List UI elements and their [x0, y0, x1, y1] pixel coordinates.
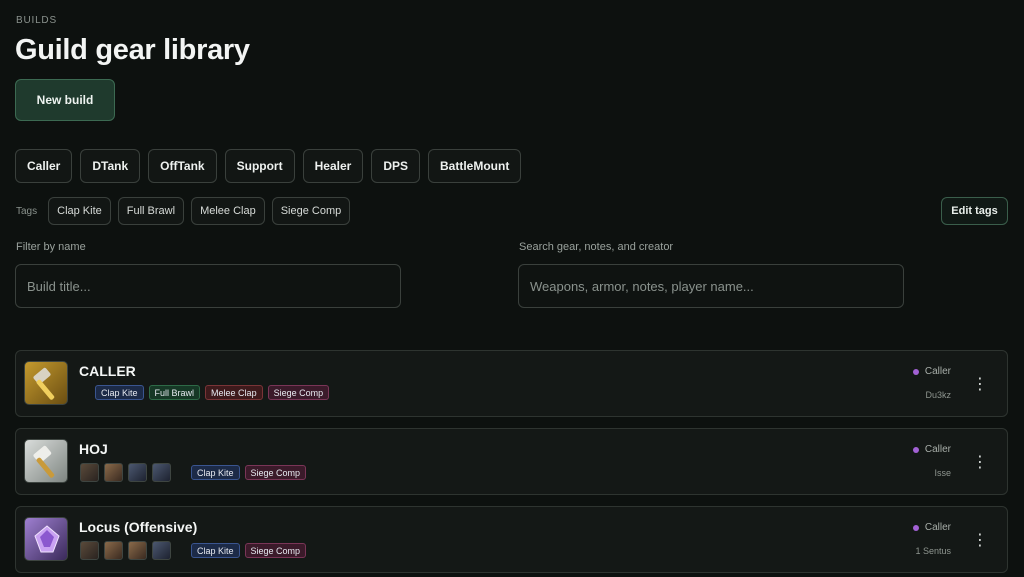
- role-chip-dtank[interactable]: DTank: [80, 149, 141, 183]
- silver-hammer-icon: [24, 439, 68, 483]
- build-role: Caller: [912, 444, 951, 455]
- gear-slot-icon: [80, 463, 99, 482]
- gear-slot-icon: [80, 541, 99, 560]
- tag-chip-melee-clap[interactable]: Melee Clap: [191, 197, 265, 225]
- role-chip-dps[interactable]: DPS: [371, 149, 420, 183]
- role-chip-support[interactable]: Support: [224, 149, 295, 183]
- build-card[interactable]: HOJ Clap Kite Siege Comp Caller Isse ⋮: [15, 428, 1008, 495]
- role-dot-icon: [912, 368, 919, 375]
- tag-badge-clap-kite: Clap Kite: [95, 385, 144, 400]
- tag-badge-siege-comp: Siege Comp: [267, 385, 330, 400]
- tag-filter-bar: Tags Clap Kite Full Brawl Melee Clap Sie…: [16, 197, 351, 225]
- gear-slot-icon: [128, 463, 147, 482]
- gear-slot-icon: [152, 463, 171, 482]
- golden-hammer-icon: [24, 361, 68, 405]
- tag-badge-melee-clap: Melee Clap: [205, 385, 263, 400]
- role-chip-offtank[interactable]: OffTank: [148, 149, 217, 183]
- search-label: Search gear, notes, and creator: [519, 241, 674, 253]
- build-creator: Isse: [934, 468, 951, 478]
- build-role: Caller: [912, 366, 951, 377]
- build-gear-and-tags: Clap Kite Siege Comp: [80, 541, 307, 560]
- role-dot-icon: [912, 446, 919, 453]
- tag-chip-full-brawl[interactable]: Full Brawl: [117, 197, 185, 225]
- tag-badge-siege-comp: Siege Comp: [244, 465, 307, 480]
- tag-badge-clap-kite: Clap Kite: [191, 465, 240, 480]
- gear-slot-icon: [152, 541, 171, 560]
- build-creator: 1 Sentus: [915, 546, 951, 556]
- new-build-button[interactable]: New build: [15, 79, 115, 121]
- edit-tags-button[interactable]: Edit tags: [941, 197, 1008, 225]
- build-gear-and-tags: Clap Kite Siege Comp: [80, 463, 307, 482]
- build-card[interactable]: CALLER Clap Kite Full Brawl Melee Clap S…: [15, 350, 1008, 417]
- filter-name-label: Filter by name: [16, 241, 86, 253]
- section-eyebrow: BUILDS: [16, 15, 57, 26]
- tag-chip-siege-comp[interactable]: Siege Comp: [271, 197, 351, 225]
- tag-chip-clap-kite[interactable]: Clap Kite: [48, 197, 111, 225]
- build-list: CALLER Clap Kite Full Brawl Melee Clap S…: [15, 350, 1008, 577]
- build-role-label: Caller: [924, 366, 951, 377]
- build-role: Caller: [912, 522, 951, 533]
- build-title: Locus (Offensive): [79, 519, 198, 535]
- more-options-icon[interactable]: ⋮: [972, 531, 988, 549]
- more-options-icon[interactable]: ⋮: [972, 453, 988, 471]
- search-input[interactable]: [518, 264, 904, 308]
- purple-gem-icon: [24, 517, 68, 561]
- build-card[interactable]: Locus (Offensive) Clap Kite Siege Comp C…: [15, 506, 1008, 573]
- more-options-icon[interactable]: ⋮: [972, 375, 988, 393]
- build-role-label: Caller: [924, 522, 951, 533]
- build-title: CALLER: [79, 363, 136, 379]
- tag-badge-full-brawl: Full Brawl: [148, 385, 201, 400]
- build-creator: Du3kz: [925, 390, 951, 400]
- build-role-label: Caller: [924, 444, 951, 455]
- filter-name-input[interactable]: [15, 264, 401, 308]
- build-tags: Clap Kite Full Brawl Melee Clap Siege Co…: [80, 385, 330, 400]
- gear-slot-icon: [128, 541, 147, 560]
- role-filter-bar: Caller DTank OffTank Support Healer DPS …: [15, 149, 522, 183]
- role-dot-icon: [912, 524, 919, 531]
- role-chip-healer[interactable]: Healer: [302, 149, 364, 183]
- build-title: HOJ: [79, 441, 108, 457]
- gear-slot-icon: [104, 541, 123, 560]
- role-chip-caller[interactable]: Caller: [15, 149, 73, 183]
- tag-badge-clap-kite: Clap Kite: [191, 543, 240, 558]
- tag-badge-siege-comp: Siege Comp: [244, 543, 307, 558]
- gear-slot-icon: [104, 463, 123, 482]
- page-title: Guild gear library: [15, 34, 250, 66]
- role-chip-battlemount[interactable]: BattleMount: [428, 149, 522, 183]
- tags-label: Tags: [16, 205, 38, 217]
